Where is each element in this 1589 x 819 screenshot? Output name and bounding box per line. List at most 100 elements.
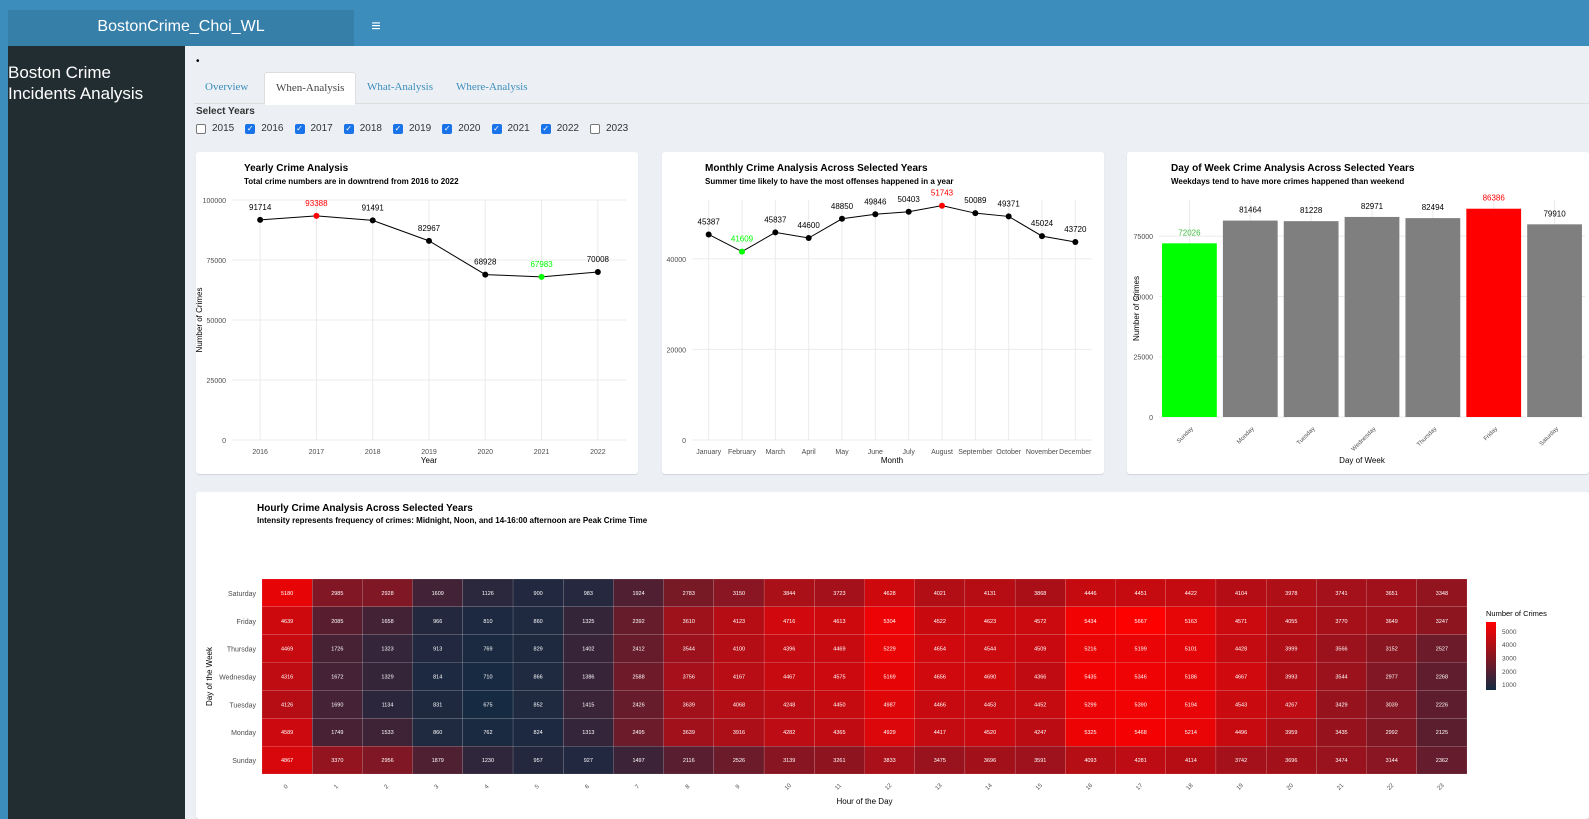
year-checkbox[interactable]: ✓: [393, 123, 403, 134]
year-checkbox[interactable]: ✓: [442, 123, 453, 134]
tab-what-analysis[interactable]: What-Analysis: [356, 72, 444, 104]
cell-label: 4867: [281, 758, 293, 764]
x-tick-label: Tuesday: [1296, 426, 1316, 446]
data-point: [594, 268, 601, 275]
year-label: 2015: [212, 123, 235, 134]
cell-label: 3150: [733, 591, 745, 597]
data-label: 81464: [1239, 206, 1262, 215]
year-checkbox[interactable]: ✓: [245, 123, 256, 134]
data-label: 45024: [1031, 219, 1054, 228]
y-tick-label: Sunday: [232, 758, 256, 765]
cell-label: 3639: [683, 730, 695, 736]
x-tick-label: 4: [484, 784, 491, 791]
cell-label: 1497: [632, 758, 644, 764]
data-point: [482, 271, 489, 278]
year-checkbox[interactable]: ✓: [343, 123, 354, 134]
cell-label: 4690: [984, 675, 996, 681]
year-option-2019[interactable]: ✓ 2019: [393, 123, 431, 134]
cell-label: 3591: [1034, 758, 1046, 764]
cell-label: 4628: [883, 591, 895, 597]
x-tick-label: May: [835, 449, 849, 456]
cell-label: 1672: [331, 675, 343, 681]
hourly-heatmap-panel: Hourly Crime Analysis Across Selected Ye…: [196, 492, 1589, 819]
cell-label: 814: [433, 675, 442, 681]
cell-label: 4469: [281, 647, 293, 653]
cell-label: 1749: [331, 730, 343, 736]
cell-label: 4509: [1034, 647, 1046, 653]
cell-label: 4316: [281, 675, 293, 681]
cell-label: 4453: [984, 702, 996, 708]
year-checkbox[interactable]: [196, 123, 206, 134]
cell-label: 1329: [381, 675, 393, 681]
main-content: • Overview When-Analysis What-Analysis W…: [185, 46, 1589, 819]
cell-label: 3999: [1285, 647, 1297, 653]
bar: [1344, 216, 1400, 417]
x-tick-label: 23: [1437, 782, 1446, 791]
y-tick-label: 75000: [207, 258, 227, 265]
cell-label: 4126: [281, 702, 293, 708]
legend-tick: 3000: [1502, 656, 1517, 663]
year-checkbox[interactable]: ✓: [491, 123, 502, 134]
data-point: [839, 215, 845, 222]
year-option-2016[interactable]: ✓ 2016: [245, 123, 284, 134]
data-point: [1072, 239, 1079, 246]
cell-label: 860: [534, 619, 543, 625]
x-tick-label: September: [958, 449, 993, 456]
cell-label: 4450: [833, 702, 845, 708]
year-option-2020[interactable]: ✓ 2020: [442, 123, 481, 134]
x-tick-label: February: [728, 449, 757, 456]
cell-label: 3959: [1285, 730, 1297, 736]
year-checkbox[interactable]: [590, 123, 600, 134]
y-tick-label: 100000: [203, 198, 226, 205]
cell-label: 2116: [683, 758, 695, 764]
app-logo-title[interactable]: BostonCrime_Choi_WL: [8, 10, 354, 46]
x-tick-label: 3: [434, 784, 441, 791]
tab-overview[interactable]: Overview: [194, 72, 259, 104]
data-label: 82967: [418, 224, 441, 233]
y-tick-label: 0: [1149, 415, 1153, 422]
data-label: 49371: [998, 199, 1021, 208]
cell-label: 5180: [281, 591, 293, 597]
y-tick-label: 50000: [207, 318, 227, 325]
bar: [1527, 224, 1582, 417]
cell-label: 3139: [783, 758, 795, 764]
cell-label: 4929: [883, 730, 895, 736]
cell-label: 3544: [683, 647, 695, 653]
cell-label: 3649: [1386, 619, 1398, 625]
year-option-2015[interactable]: 2015: [196, 123, 234, 134]
cell-label: 4589: [281, 730, 293, 736]
year-option-2023[interactable]: 2023: [590, 123, 628, 134]
tab-when-analysis[interactable]: When-Analysis: [264, 72, 357, 105]
cell-label: 5346: [1135, 675, 1147, 681]
year-checkbox[interactable]: ✓: [294, 123, 305, 134]
x-axis-label: Day of Week: [1339, 456, 1386, 465]
cell-label: 2426: [632, 702, 644, 708]
tab-where-analysis[interactable]: Where-Analysis: [445, 72, 538, 104]
cell-label: 3144: [1386, 758, 1398, 764]
series-line: [708, 205, 1076, 253]
x-tick-label: 5: [534, 784, 541, 791]
hamburger-icon[interactable]: ≡: [364, 10, 388, 46]
year-option-2018[interactable]: ✓ 2018: [343, 123, 382, 134]
data-label: 50403: [898, 195, 921, 204]
cell-label: 4572: [1034, 619, 1046, 625]
cell-label: 5169: [883, 675, 895, 681]
cell-label: 5434: [1084, 619, 1096, 625]
year-checkbox[interactable]: ✓: [540, 123, 551, 134]
cell-label: 5304: [883, 619, 895, 625]
year-option-2017[interactable]: ✓ 2017: [294, 123, 333, 134]
cell-label: 4068: [733, 702, 745, 708]
cell-label: 983: [584, 591, 593, 597]
cell-label: 5468: [1135, 730, 1147, 736]
year-option-2022[interactable]: ✓ 2022: [540, 123, 579, 134]
cell-label: 5667: [1135, 619, 1147, 625]
cell-label: 3474: [1335, 758, 1347, 764]
cell-label: 4446: [1084, 591, 1096, 597]
cell-label: 4114: [1185, 758, 1197, 764]
x-tick-label: April: [802, 449, 816, 456]
cell-label: 1323: [381, 647, 393, 653]
cell-label: 4716: [783, 619, 795, 625]
x-tick-label: October: [996, 449, 1022, 456]
cell-label: 4623: [984, 619, 996, 625]
year-option-2021[interactable]: ✓ 2021: [491, 123, 530, 134]
